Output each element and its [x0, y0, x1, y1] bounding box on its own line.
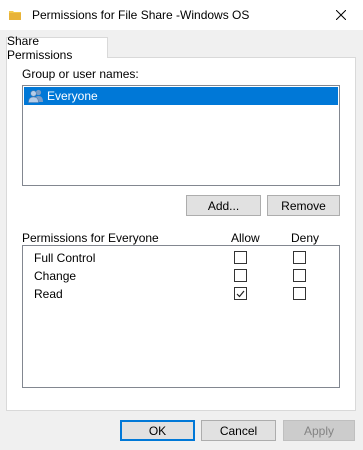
allow-checkbox[interactable] [234, 287, 247, 300]
list-item-label: Everyone [47, 89, 98, 103]
deny-column-header: Deny [291, 231, 320, 245]
apply-button[interactable]: Apply [283, 420, 355, 441]
list-item-everyone[interactable]: Everyone [24, 87, 338, 105]
check-icon [236, 290, 245, 297]
group-label: Group or user names: [22, 67, 139, 81]
tab-share-permissions[interactable]: Share Permissions [6, 34, 108, 62]
permission-row-change: Change [23, 267, 339, 285]
permissions-label: Permissions for Everyone [22, 231, 159, 245]
group-list[interactable]: Everyone [22, 85, 340, 186]
add-button[interactable]: Add... [186, 195, 261, 216]
title-bar[interactable]: Permissions for File Share -Windows OS [0, 0, 363, 30]
deny-checkbox[interactable] [293, 251, 306, 264]
permission-name: Change [34, 269, 77, 283]
ok-button[interactable]: OK [120, 420, 195, 441]
window-title: Permissions for File Share -Windows OS [32, 8, 250, 22]
close-button[interactable] [318, 0, 363, 30]
permission-name: Read [34, 287, 63, 301]
permissions-list: Full Control Change Read [22, 245, 340, 388]
close-icon [335, 10, 346, 20]
permission-row-full-control: Full Control [23, 249, 339, 267]
deny-checkbox[interactable] [293, 287, 306, 300]
tab-label: Share Permissions [7, 34, 73, 62]
remove-button[interactable]: Remove [267, 195, 340, 216]
folder-icon [9, 11, 21, 20]
cancel-button[interactable]: Cancel [201, 420, 276, 441]
allow-checkbox[interactable] [234, 251, 247, 264]
allow-checkbox[interactable] [234, 269, 247, 282]
deny-checkbox[interactable] [293, 269, 306, 282]
users-icon [28, 89, 43, 103]
allow-column-header: Allow [231, 231, 260, 245]
permission-row-read: Read [23, 285, 339, 303]
permission-name: Full Control [34, 251, 96, 265]
